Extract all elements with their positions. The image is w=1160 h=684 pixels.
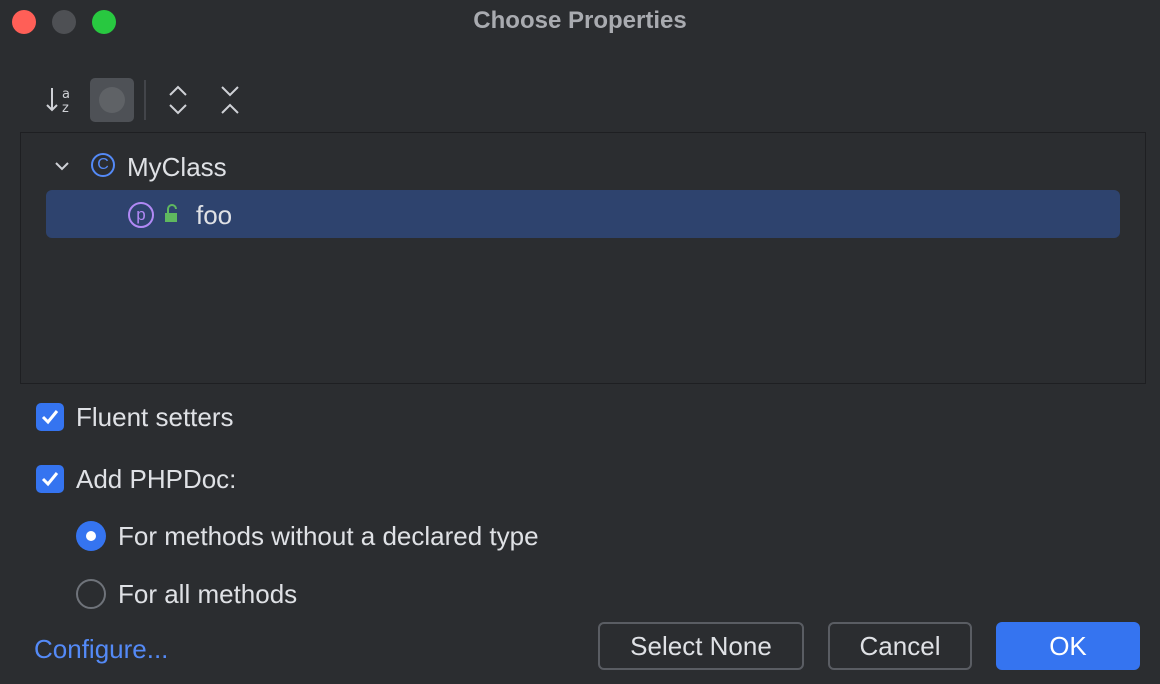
svg-text:a: a — [62, 87, 70, 102]
checkmark-icon — [41, 410, 59, 425]
expand-all-icon — [169, 85, 187, 115]
tree-node-property[interactable]: p foo — [46, 190, 1120, 238]
chevron-down-icon[interactable] — [53, 157, 71, 175]
collapse-all-icon — [221, 86, 239, 114]
checkmark-icon — [41, 472, 59, 487]
class-icon: C — [91, 153, 115, 177]
toolbar-separator — [144, 80, 146, 120]
public-lock-icon — [165, 204, 177, 222]
radio-all-methods-label[interactable]: For all methods — [118, 579, 297, 610]
add-phpdoc-checkbox[interactable] — [36, 465, 64, 493]
radio-methods-without-type[interactable] — [76, 521, 106, 551]
radio-all-methods[interactable] — [76, 579, 106, 609]
fluent-setters-label[interactable]: Fluent setters — [76, 402, 234, 433]
tree-node-class[interactable]: C MyClass — [45, 143, 1045, 191]
property-icon: p — [128, 202, 154, 228]
property-name: foo — [196, 200, 233, 230]
cancel-button[interactable]: Cancel — [828, 622, 972, 670]
radio-methods-without-type-label[interactable]: For methods without a declared type — [118, 521, 539, 552]
class-name: MyClass — [127, 152, 227, 182]
group-toggle-button[interactable] — [90, 78, 134, 122]
group-toggle-icon — [99, 87, 125, 113]
select-none-button[interactable]: Select None — [598, 622, 804, 670]
expand-all-button[interactable] — [156, 78, 200, 122]
sort-alphabetically-button[interactable]: a z — [38, 78, 82, 122]
svg-text:z: z — [62, 101, 69, 116]
title-bar: Choose Properties — [0, 0, 1160, 44]
sort-alphabetically-icon: a z — [46, 87, 70, 116]
dialog-title: Choose Properties — [473, 7, 687, 34]
properties-tree[interactable]: C MyClass p foo — [20, 132, 1146, 384]
collapse-all-button[interactable] — [208, 78, 252, 122]
fluent-setters-checkbox[interactable] — [36, 403, 64, 431]
ok-button[interactable]: OK — [996, 622, 1140, 670]
add-phpdoc-label[interactable]: Add PHPDoc: — [76, 464, 236, 495]
configure-link[interactable]: Configure... — [34, 634, 168, 665]
